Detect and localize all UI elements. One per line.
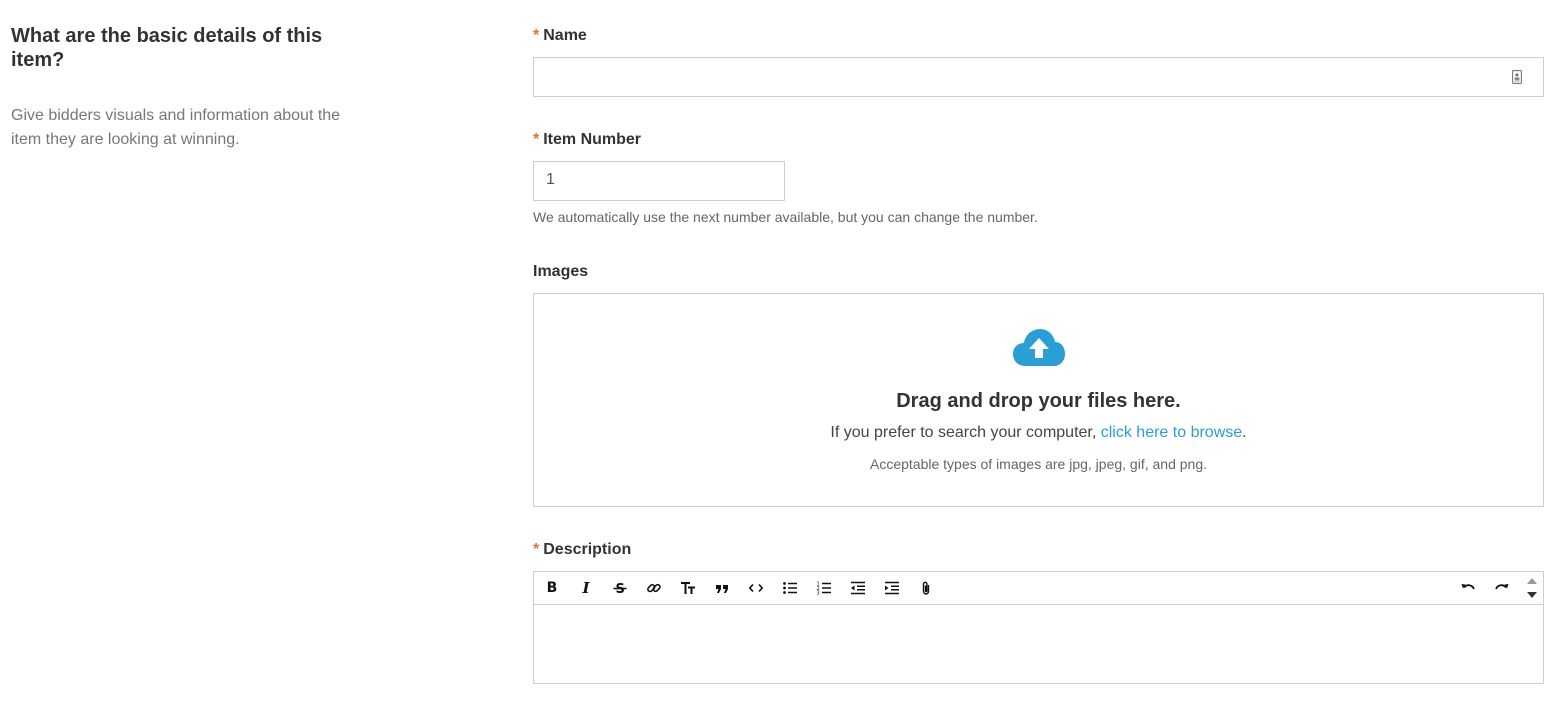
required-marker: * (533, 131, 540, 148)
image-dropzone[interactable]: Drag and drop your files here. If you pr… (533, 293, 1544, 507)
intro-panel: What are the basic details of this item?… (11, 24, 371, 152)
item-number-field[interactable] (533, 161, 785, 201)
italic-icon[interactable]: I (574, 576, 598, 600)
images-label: Images (533, 263, 589, 280)
dropzone-prefer-text: If you prefer to search your computer, (830, 424, 1101, 441)
dropzone-title: Drag and drop your files here. (896, 390, 1181, 412)
accepted-types-note: Acceptable types of images are jpg, jpeg… (870, 456, 1207, 472)
toolbar-scroll-arrows-icon[interactable] (1521, 572, 1543, 604)
description-label-text: Description (543, 541, 632, 558)
cloud-upload-icon (1013, 329, 1065, 366)
item-number-label: * Item Number (533, 131, 641, 149)
item-number-label-text: Item Number (543, 131, 642, 148)
required-marker: * (533, 541, 540, 558)
description-editor[interactable] (533, 604, 1544, 684)
section-description: Give bidders visuals and information abo… (11, 107, 341, 148)
bullet-list-icon[interactable] (778, 576, 802, 600)
name-input[interactable] (534, 58, 1518, 94)
contact-card-icon[interactable] (1512, 70, 1522, 84)
decrease-indent-icon[interactable] (846, 576, 870, 600)
heading-icon[interactable] (676, 576, 700, 600)
description-label: * Description (533, 541, 631, 559)
strikethrough-icon[interactable]: S (608, 576, 632, 600)
bold-icon[interactable]: B (540, 576, 564, 600)
undo-icon[interactable] (1456, 576, 1480, 600)
item-number-helper: We automatically use the next number ava… (533, 209, 1038, 225)
name-field[interactable] (533, 57, 1544, 97)
name-label: * Name (533, 27, 587, 45)
increase-indent-icon[interactable] (880, 576, 904, 600)
editor-toolbar: B I S 123 (533, 571, 1544, 605)
browse-link[interactable]: click here to browse (1101, 424, 1242, 441)
dropzone-subtitle: If you prefer to search your computer, c… (534, 424, 1543, 442)
attach-icon[interactable] (914, 576, 938, 600)
svg-text:3: 3 (817, 591, 820, 597)
name-label-text: Name (543, 27, 587, 44)
link-icon[interactable] (642, 576, 666, 600)
redo-icon[interactable] (1490, 576, 1514, 600)
dropzone-period: . (1242, 424, 1247, 441)
required-marker: * (533, 27, 540, 44)
code-icon[interactable] (744, 576, 768, 600)
item-number-input[interactable] (534, 162, 784, 198)
quote-icon[interactable] (710, 576, 734, 600)
numbered-list-icon[interactable]: 123 (812, 576, 836, 600)
section-title: What are the basic details of this item? (11, 25, 323, 71)
